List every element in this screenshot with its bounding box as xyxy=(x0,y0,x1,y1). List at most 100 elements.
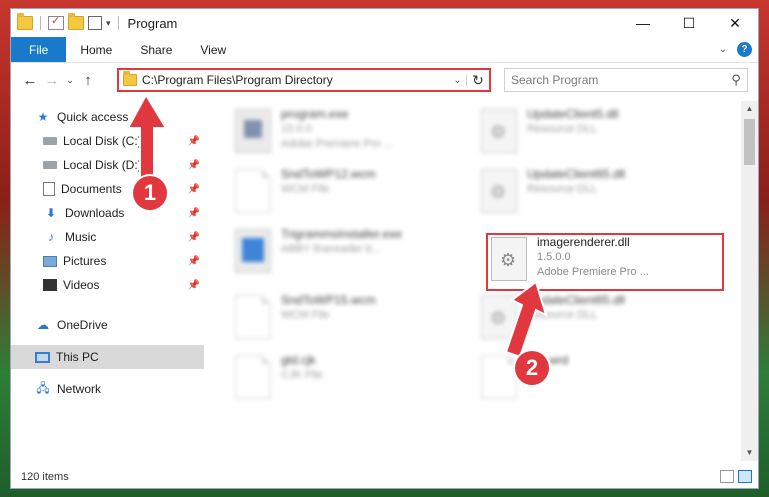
nav-label: Documents xyxy=(61,182,122,196)
videos-icon xyxy=(43,279,57,291)
title-bar: ▾ Program — ☐ ✕ xyxy=(11,9,758,37)
file-item[interactable]: ⚙ UpdateClient5.dll Resource DLL xyxy=(481,107,711,159)
file-detail: WCM File xyxy=(281,183,330,195)
file-item[interactable]: TrigrammsInstaller.exe ABBY finereader t… xyxy=(235,227,465,279)
file-item[interactable]: ⚙ UpdateClient65.dll Resource DLL xyxy=(481,167,711,219)
file-name: program.exe xyxy=(281,107,349,121)
file-name: SndToWP12.wcm xyxy=(281,167,376,181)
step-badge-1: 1 xyxy=(133,176,167,210)
vertical-scrollbar[interactable]: ▲ ▼ xyxy=(741,101,758,461)
refresh-icon[interactable]: ↻ xyxy=(467,72,489,89)
tab-share[interactable]: Share xyxy=(126,37,186,62)
file-detail: Resource DLL xyxy=(527,123,598,135)
star-icon: ★ xyxy=(37,110,49,124)
scroll-down-icon[interactable]: ▼ xyxy=(741,445,758,461)
address-bar[interactable]: C:\Program Files\Program Directory ⌄ ↻ xyxy=(117,68,491,92)
window-title: Program xyxy=(127,15,178,31)
toolbar-dropdown-icon[interactable]: ▾ xyxy=(106,18,111,29)
nav-item-local-disk-d[interactable]: Local Disk (D:) 📌 xyxy=(11,153,204,177)
pin-icon[interactable]: 📌 xyxy=(188,256,200,267)
scroll-up-icon[interactable]: ▲ xyxy=(741,101,758,117)
nav-item-quick-access[interactable]: ★ Quick access xyxy=(11,105,204,129)
downloads-icon: ⬇ xyxy=(45,206,57,220)
nav-item-videos[interactable]: Videos 📌 xyxy=(11,273,204,297)
nav-label: Network xyxy=(57,382,102,396)
nav-label: Downloads xyxy=(65,206,125,220)
back-arrow-icon[interactable]: ← xyxy=(19,72,41,89)
file-name: TrigrammsInstaller.exe xyxy=(281,227,402,241)
file-name: gtd.cjk xyxy=(281,353,316,367)
file-detail: Adobe Premiere Pro ... xyxy=(281,138,393,150)
help-icon[interactable]: ? xyxy=(737,42,752,57)
details-view-icon[interactable] xyxy=(720,470,734,483)
nav-item-music[interactable]: ♪ Music 📌 xyxy=(11,225,204,249)
caption-buttons: — ☐ ✕ xyxy=(620,9,758,37)
pin-icon[interactable]: 📌 xyxy=(188,232,200,243)
scroll-thumb[interactable] xyxy=(744,119,755,165)
tab-home[interactable]: Home xyxy=(66,37,126,62)
pin-icon[interactable]: 📌 xyxy=(188,136,200,147)
nav-label: This PC xyxy=(56,350,99,364)
pin-icon[interactable]: 📌 xyxy=(188,184,200,195)
minimize-button[interactable]: — xyxy=(620,9,666,37)
file-item[interactable]: SndToWP12.wcm WCM File xyxy=(235,167,465,219)
pin-icon[interactable]: 📌 xyxy=(188,280,200,291)
tiles-view-icon[interactable] xyxy=(738,470,752,483)
search-icon[interactable]: ⚲ xyxy=(725,72,747,88)
separator xyxy=(40,16,41,30)
expand-ribbon-icon[interactable]: ⌄ xyxy=(719,44,727,55)
nav-label: Local Disk (C:) xyxy=(63,134,142,148)
file-detail: Resource DLL xyxy=(527,309,598,321)
nav-label: Videos xyxy=(63,278,100,292)
nav-label: Local Disk (D:) xyxy=(63,158,142,172)
nav-item-documents[interactable]: Documents 📌 xyxy=(11,177,204,201)
document-file-icon xyxy=(235,355,271,399)
nav-item-local-disk-c[interactable]: Local Disk (C:) 📌 xyxy=(11,129,204,153)
quick-access-toolbar: ▾ xyxy=(11,13,122,30)
up-arrow-icon[interactable]: ↑ xyxy=(77,72,99,89)
nav-item-pictures[interactable]: Pictures 📌 xyxy=(11,249,204,273)
search-box[interactable]: ⚲ xyxy=(504,68,748,92)
highlight-box xyxy=(486,233,724,291)
onedrive-icon: ☁ xyxy=(37,318,49,332)
nav-item-this-pc[interactable]: This PC xyxy=(11,345,204,369)
documents-icon xyxy=(43,182,55,196)
file-detail: Resource DLL xyxy=(527,183,598,195)
close-button[interactable]: ✕ xyxy=(712,9,758,37)
folder-icon[interactable] xyxy=(17,13,33,30)
file-detail: ABBY finereader tr... xyxy=(281,243,382,255)
tab-view[interactable]: View xyxy=(186,37,240,62)
nav-item-network[interactable]: 🖧 Network xyxy=(11,377,204,401)
tab-file[interactable]: File xyxy=(11,37,67,62)
step-badge-2: 2 xyxy=(515,351,549,385)
file-item[interactable]: ⚙ UpdateClient65.dll Resource DLL xyxy=(481,293,711,345)
properties-check-icon[interactable] xyxy=(48,14,64,30)
dll-file-icon: ⚙ xyxy=(481,109,517,153)
file-name: UpdateClient65.dll xyxy=(527,167,626,181)
maximize-button[interactable]: ☐ xyxy=(666,9,712,37)
recent-locations-icon[interactable]: ⌄ xyxy=(63,75,77,86)
new-folder-icon[interactable] xyxy=(68,13,84,30)
search-input[interactable] xyxy=(511,73,711,87)
file-list: program.exe 15.0.0 Adobe Premiere Pro ..… xyxy=(211,101,744,461)
navigation-row: ← → ⌄ ↑ C:\Program Files\Program Directo… xyxy=(11,65,758,95)
pin-icon[interactable]: 📌 xyxy=(188,208,200,219)
pictures-icon xyxy=(43,255,57,267)
file-item[interactable]: program.exe 15.0.0 Adobe Premiere Pro ..… xyxy=(235,107,465,159)
nav-item-onedrive[interactable]: ☁ OneDrive xyxy=(11,313,204,337)
file-item[interactable]: SndToWP15.wcm WCM File xyxy=(235,293,465,345)
chevron-down-icon[interactable]: ⌄ xyxy=(449,74,467,86)
navigation-pane: ★ Quick access Local Disk (C:) 📌 Local D… xyxy=(11,101,204,461)
file-item[interactable]: gtd.cjk CJK File xyxy=(235,353,465,405)
forward-arrow-icon[interactable]: → xyxy=(41,72,63,89)
document-file-icon xyxy=(481,355,517,399)
nav-item-downloads[interactable]: ⬇ Downloads 📌 xyxy=(11,201,204,225)
pin-icon[interactable]: 📌 xyxy=(188,160,200,171)
dll-file-icon: ⚙ xyxy=(481,169,517,213)
customize-icon[interactable] xyxy=(88,16,102,30)
address-path[interactable]: C:\Program Files\Program Directory xyxy=(142,73,449,87)
status-bar: 120 items xyxy=(11,466,758,488)
disk-icon xyxy=(43,137,57,145)
file-name: UpdateClient5.dll xyxy=(527,107,619,121)
view-toggle xyxy=(720,470,752,483)
